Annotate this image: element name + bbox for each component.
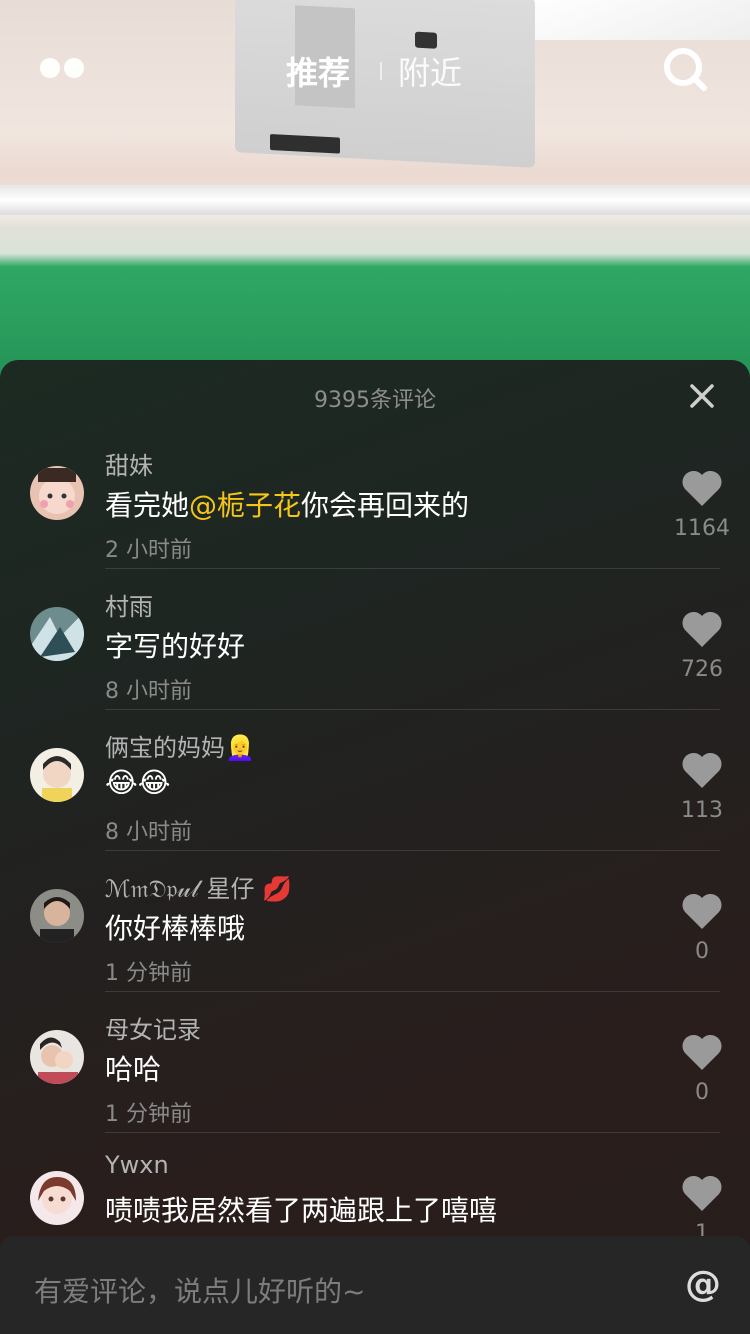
comment-input[interactable]: 有爱评论，说点儿好听的~ — [34, 1270, 365, 1310]
comment-text-part: 啧啧我居然看了两遍跟上了嘻嘻 — [105, 1194, 498, 1227]
mention-link[interactable]: @栀子花 — [189, 489, 301, 522]
comment-text: 你好棒棒哦 — [105, 907, 245, 947]
comment-input-bar[interactable]: 有爱评论，说点儿好听的~ @ — [0, 1236, 750, 1334]
heart-icon[interactable] — [680, 468, 724, 508]
comments-panel: 9395条评论 甜妹 看完她@栀子花你会再回来的 2 小时前 1164 村雨 字… — [0, 360, 750, 1334]
comment-author[interactable]: 村雨 — [105, 587, 153, 622]
ceiling-edge — [0, 185, 750, 215]
comment-text-part: 看完她 — [105, 489, 190, 522]
avatar[interactable] — [30, 607, 84, 661]
comment-time: 2 小时前 — [105, 538, 192, 563]
comment-author[interactable]: Ywxn — [105, 1151, 169, 1179]
heart-icon[interactable] — [680, 1173, 724, 1213]
comment-item[interactable]: ℳ𝔪𝔇𝔭𝓊𝓁 星仔 💋 你好棒棒哦 1 分钟前 0 — [0, 851, 750, 992]
avatar[interactable] — [30, 748, 84, 802]
heart-icon[interactable] — [680, 1032, 724, 1072]
comment-text: 啧啧我居然看了两遍跟上了嘻嘻 — [105, 1189, 497, 1229]
tab-recommend[interactable]: 推荐 — [286, 48, 350, 94]
comment-time: 8 小时前 — [105, 679, 192, 704]
heart-icon[interactable] — [680, 609, 724, 649]
comment-item[interactable]: 甜妹 看完她@栀子花你会再回来的 2 小时前 1164 — [0, 428, 750, 569]
comment-count-title: 9395条评论 — [314, 388, 436, 413]
like-count: 0 — [695, 939, 709, 964]
comment-time: 1 分钟前 — [105, 1102, 192, 1127]
comment-time: 1 分钟前 — [105, 961, 192, 986]
avatar[interactable] — [30, 466, 84, 520]
comment-item[interactable]: 村雨 字写的好好 8 小时前 726 — [0, 569, 750, 710]
avatar[interactable] — [30, 1171, 84, 1225]
app-logo-icon[interactable] — [40, 58, 88, 82]
comment-text-part: 😂😂 — [105, 766, 171, 799]
comment-text-part: 哈哈 — [105, 1053, 162, 1086]
comment-text: 哈哈 — [105, 1048, 161, 1088]
comment-text-part: 字写的好好 — [105, 630, 246, 663]
comment-text: 字写的好好 — [105, 625, 245, 665]
comment-text-part: 你会再回来的 — [301, 489, 470, 522]
mention-at-button[interactable]: @ — [682, 1264, 724, 1306]
tab-nearby[interactable]: 附近 — [398, 48, 462, 94]
comment-item[interactable]: 俩宝的妈妈👱‍♀️ 😂😂 8 小时前 113 — [0, 710, 750, 851]
comment-author[interactable]: 俩宝的妈妈👱‍♀️ — [105, 728, 255, 763]
heart-icon[interactable] — [680, 750, 724, 790]
heart-icon[interactable] — [680, 891, 724, 931]
like-count: 1164 — [674, 516, 730, 541]
comment-item[interactable]: 母女记录 哈哈 1 分钟前 0 — [0, 992, 750, 1133]
close-icon[interactable] — [688, 382, 716, 410]
search-icon[interactable] — [660, 44, 710, 94]
tab-divider — [380, 62, 382, 80]
comment-author[interactable]: 母女记录 — [105, 1010, 201, 1045]
comment-time: 8 小时前 — [105, 820, 192, 845]
comment-author[interactable]: ℳ𝔪𝔇𝔭𝓊𝓁 星仔 💋 — [105, 869, 292, 904]
like-count: 113 — [681, 798, 723, 823]
comment-text-part: 你好棒棒哦 — [105, 912, 246, 945]
like-count: 0 — [695, 1080, 709, 1105]
comment-author[interactable]: 甜妹 — [105, 446, 153, 481]
avatar[interactable] — [30, 889, 84, 943]
comment-text: 😂😂 — [105, 766, 170, 799]
comment-text: 看完她@栀子花你会再回来的 — [105, 484, 469, 524]
avatar[interactable] — [30, 1030, 84, 1084]
top-navigation: 推荐 附近 — [0, 0, 750, 130]
like-count: 726 — [681, 657, 723, 682]
